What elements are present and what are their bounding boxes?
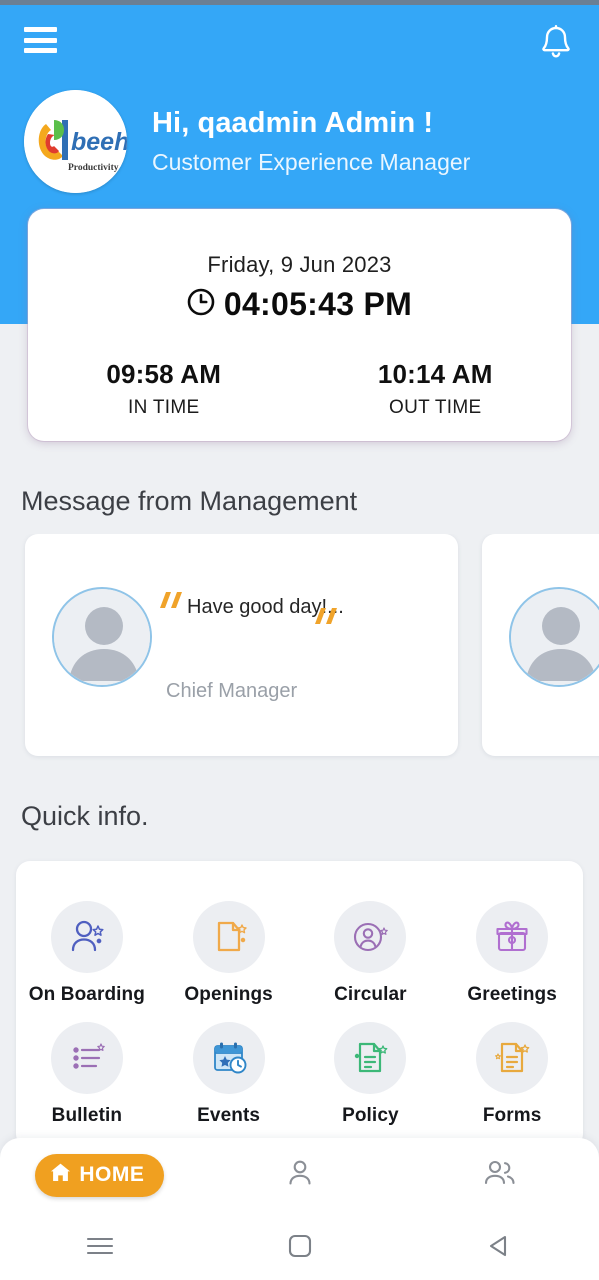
bottom-navigation-bar: HOME <box>0 1138 599 1212</box>
in-time-label: IN TIME <box>128 397 200 418</box>
messages-carousel[interactable]: Have good day!... Chief Manager <box>0 534 599 762</box>
user-add-icon <box>50 901 123 973</box>
out-time-value: 10:14 AM <box>377 359 493 389</box>
quick-info-section-title: Quick info. <box>21 801 149 831</box>
quick-info-item-on-boarding[interactable]: On Boarding <box>16 901 158 1006</box>
avatar-placeholder-icon <box>509 587 599 687</box>
quick-info-row: On Boarding Openings Circular Greetings <box>16 901 583 1006</box>
bottom-nav-item-profile[interactable] <box>200 1156 400 1195</box>
quick-info-label: On Boarding <box>28 984 145 1005</box>
beehive-logo: beehive Productivity Catalysts <box>24 90 127 193</box>
quick-info-label: Forms <box>482 1105 542 1126</box>
quick-info-item-circular[interactable]: Circular <box>300 901 442 1006</box>
back-triangle-icon[interactable] <box>399 1233 599 1259</box>
bell-icon[interactable] <box>536 22 576 64</box>
recents-menu-icon[interactable] <box>0 1235 200 1257</box>
list-bullet-icon <box>50 1022 123 1094</box>
current-date: Friday, 9 Jun 2023 <box>207 252 392 277</box>
home-pill-button[interactable]: HOME <box>35 1153 165 1197</box>
home-square-icon[interactable] <box>200 1233 400 1259</box>
svg-text:beehive: beehive <box>71 128 127 156</box>
gift-icon <box>476 901 549 973</box>
bottom-nav-item-team[interactable] <box>399 1156 599 1195</box>
greeting-text: Hi, qaadmin Admin ! <box>152 107 434 139</box>
hamburger-menu-icon[interactable] <box>24 27 57 53</box>
message-card[interactable]: Have good day!... Chief Manager <box>25 534 458 756</box>
people-icon <box>481 1156 517 1195</box>
quick-info-card: On Boarding Openings Circular Greetings … <box>16 861 583 1148</box>
user-circle-icon <box>334 901 407 973</box>
calendar-clock-icon <box>192 1022 265 1094</box>
avatar-placeholder-icon <box>52 587 152 687</box>
attendance-time-card[interactable]: Friday, 9 Jun 2023 04:05:43 PM 09:58 AM … <box>28 209 571 441</box>
app-screen: beehive Productivity Catalysts Hi, qaadm… <box>0 0 599 1280</box>
quick-info-item-policy[interactable]: Policy <box>300 1022 442 1127</box>
quick-info-label: Openings <box>184 984 273 1005</box>
quick-info-item-forms[interactable]: Forms <box>441 1022 583 1127</box>
message-card[interactable] <box>482 534 599 756</box>
message-text: Have good day!... <box>187 596 344 618</box>
svg-text:Productivity Catalysts: Productivity Catalysts <box>68 163 127 173</box>
home-icon <box>50 1162 71 1189</box>
quick-info-row: Bulletin Events Policy Forms <box>16 1022 583 1127</box>
quick-info-item-greetings[interactable]: Greetings <box>441 901 583 1006</box>
out-time-block: 10:14 AM OUT TIME <box>300 359 572 419</box>
bottom-nav-label: HOME <box>79 1163 145 1186</box>
quick-info-label: Greetings <box>467 984 557 1005</box>
clock-icon <box>187 288 215 321</box>
system-navigation-bar <box>0 1212 599 1280</box>
quick-info-label: Circular <box>334 984 407 1005</box>
quote-close-icon <box>313 606 339 633</box>
quick-info-label: Policy <box>342 1105 399 1126</box>
message-author-role: Chief Manager <box>166 680 298 702</box>
messages-section-title: Message from Management <box>21 486 358 516</box>
in-time-value: 09:58 AM <box>106 359 222 389</box>
quick-info-item-bulletin[interactable]: Bulletin <box>16 1022 158 1127</box>
quick-info-item-openings[interactable]: Openings <box>158 901 300 1006</box>
out-time-label: OUT TIME <box>389 397 482 418</box>
current-time-row: 04:05:43 PM <box>28 286 571 323</box>
document-form-icon <box>476 1022 549 1094</box>
person-icon <box>283 1156 317 1195</box>
quick-info-label: Events <box>197 1105 261 1126</box>
user-role-text: Customer Experience Manager <box>152 149 471 175</box>
current-time: 04:05:43 PM <box>223 286 413 322</box>
quote-open-icon <box>158 590 184 617</box>
quick-info-label: Bulletin <box>51 1105 123 1126</box>
in-time-block: 09:58 AM IN TIME <box>28 359 300 419</box>
bottom-nav-item-home[interactable]: HOME <box>0 1153 200 1197</box>
document-openings-icon <box>192 901 265 973</box>
quick-info-item-events[interactable]: Events <box>158 1022 300 1127</box>
document-check-icon <box>334 1022 407 1094</box>
user-profile-row: beehive Productivity Catalysts Hi, qaadm… <box>24 90 470 193</box>
